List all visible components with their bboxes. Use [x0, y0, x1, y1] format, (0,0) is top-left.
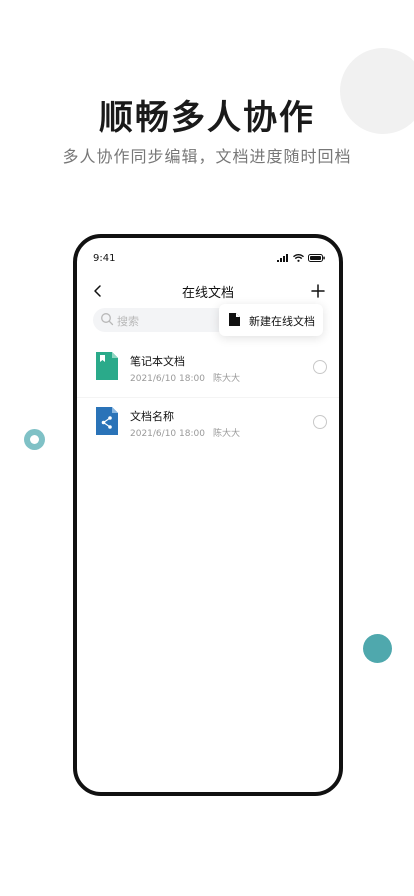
new-online-document-menu-item[interactable]: 新建在线文档 — [219, 304, 323, 336]
wifi-icon — [293, 254, 304, 262]
search-icon — [101, 313, 114, 326]
hero-title: 顺畅多人协作 — [99, 98, 315, 138]
select-radio[interactable] — [313, 360, 327, 374]
battery-icon — [308, 254, 325, 262]
screen: 顺畅多人协作 多人协作同步编辑，文档进度随时回档 9:41 在线文档 搜索 新建… — [0, 0, 414, 896]
document-date: 2021/6/10 18:00 — [130, 374, 205, 384]
signal-icon — [277, 254, 288, 262]
document-date: 2021/6/10 18:00 — [130, 429, 205, 439]
phone-mockup: 9:41 在线文档 搜索 新建在线文档 笔记本文档 2021/6/10 18:0… — [73, 234, 343, 796]
status-time: 9:41 — [93, 253, 116, 264]
navigation-bar: 在线文档 — [77, 276, 339, 306]
document-author: 陈大大 — [212, 429, 240, 439]
select-radio[interactable] — [313, 415, 327, 429]
document-list-item[interactable]: 笔记本文档 2021/6/10 18:00 陈大大 — [77, 343, 339, 397]
status-bar: 9:41 — [77, 238, 339, 278]
share-document-icon — [96, 407, 118, 435]
document-meta: 2021/6/10 18:00 陈大大 — [130, 426, 240, 439]
document-meta: 2021/6/10 18:00 陈大大 — [130, 371, 240, 384]
decorative-ring-dot — [24, 429, 45, 450]
page-title: 在线文档 — [181, 286, 234, 301]
document-list-item[interactable]: 文档名称 2021/6/10 18:00 陈大大 — [77, 397, 339, 452]
plus-icon — [311, 284, 325, 298]
bookmark-document-icon — [96, 352, 118, 380]
menu-item-label: 新建在线文档 — [249, 315, 315, 328]
search-placeholder: 搜索 — [117, 315, 139, 328]
document-name: 文档名称 — [130, 410, 174, 423]
document-name: 笔记本文档 — [130, 355, 185, 368]
document-author: 陈大大 — [212, 374, 240, 384]
hero-subtitle: 多人协作同步编辑，文档进度随时回档 — [62, 147, 352, 166]
status-icons — [277, 254, 325, 262]
new-document-menu: 新建在线文档 — [219, 304, 323, 336]
decorative-teal-dot — [363, 634, 392, 663]
document-icon — [229, 313, 240, 326]
add-button[interactable] — [307, 280, 329, 302]
